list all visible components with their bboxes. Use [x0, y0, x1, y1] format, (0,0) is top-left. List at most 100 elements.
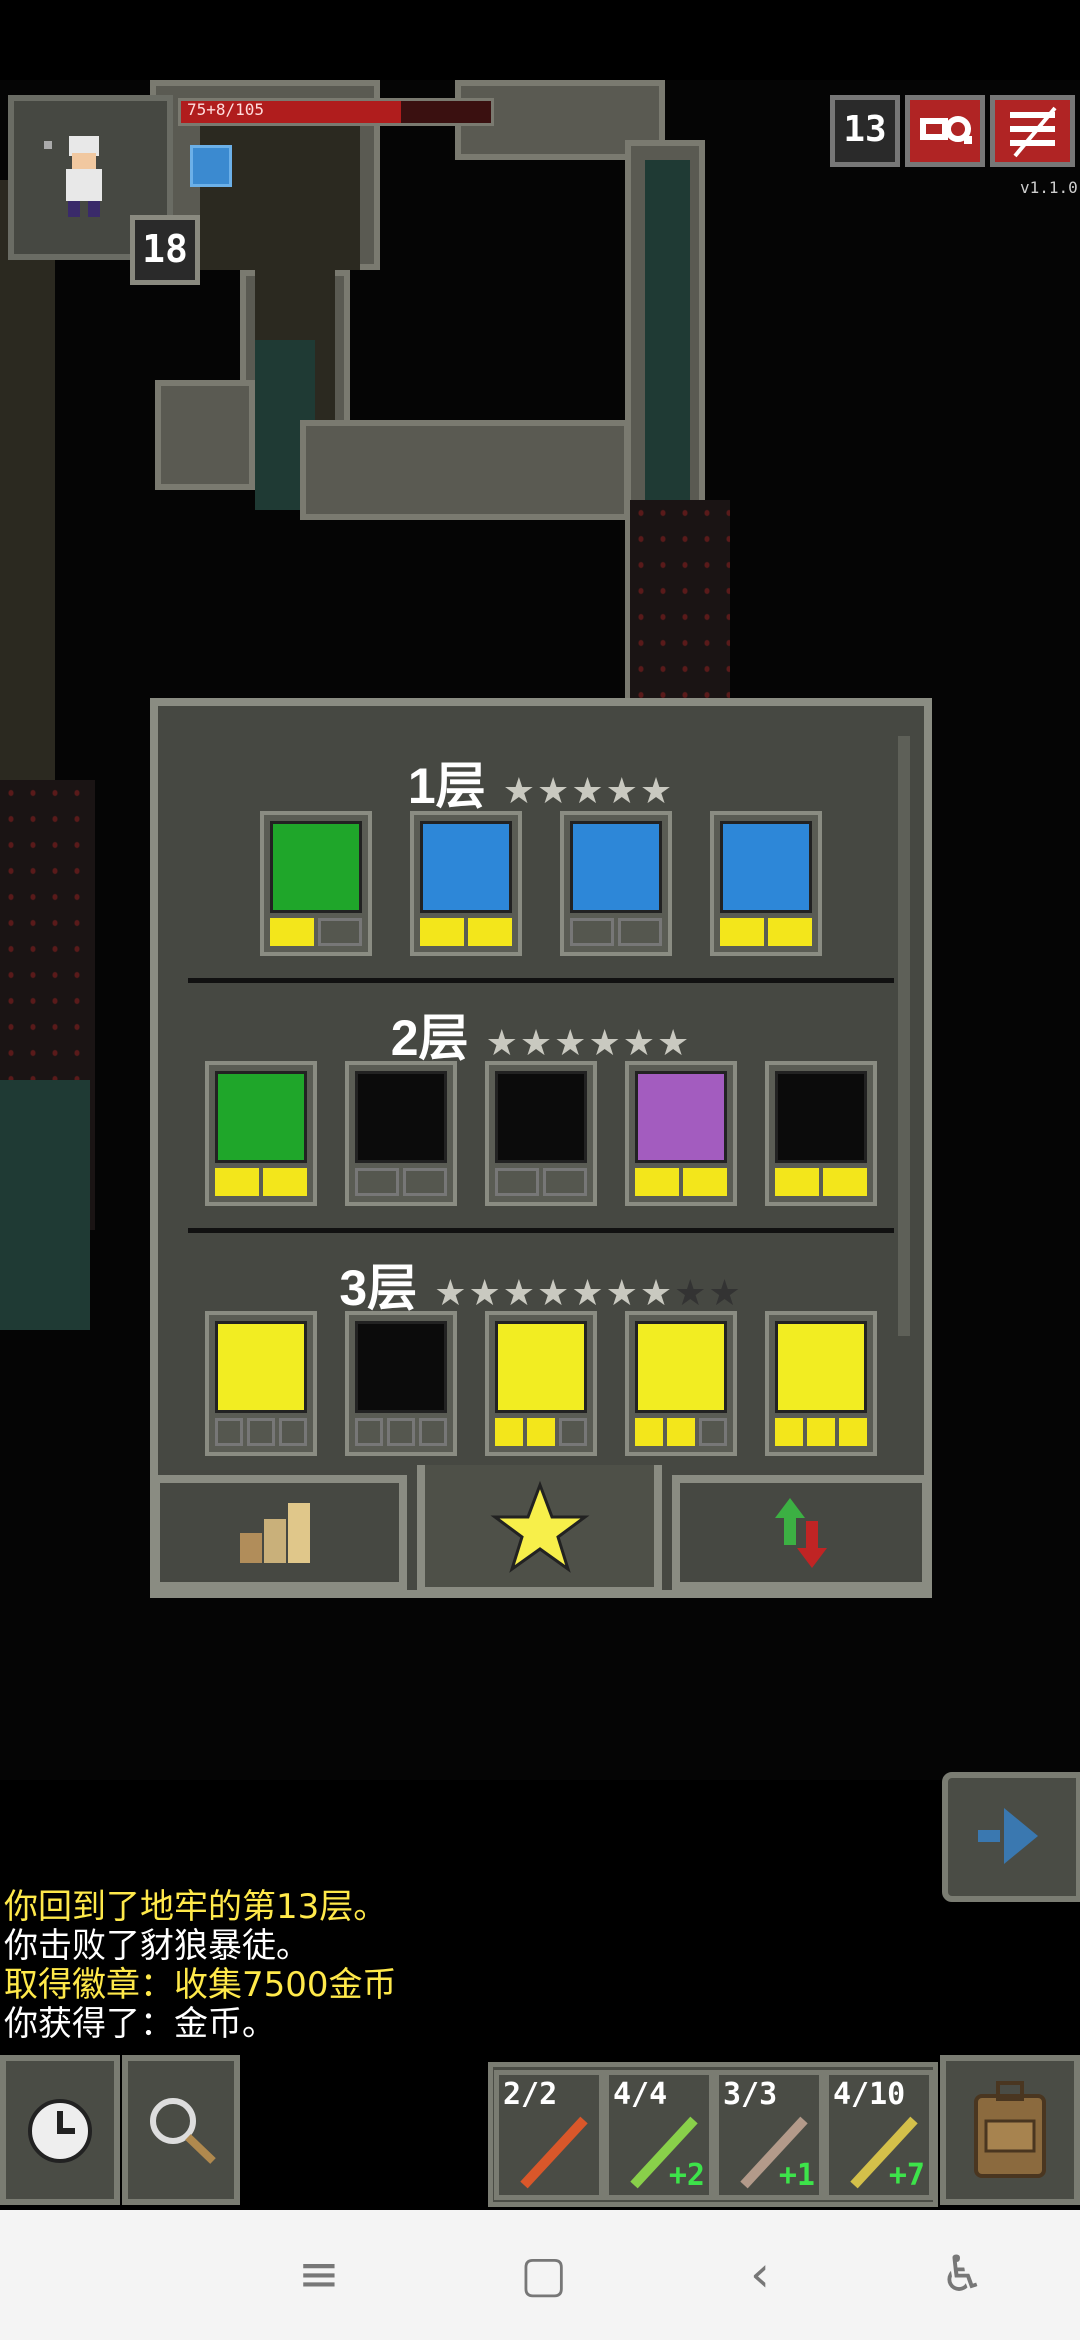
talent-points — [495, 1168, 587, 1196]
search-button[interactable] — [122, 2055, 240, 2205]
health-bar: 75+8/105 — [178, 98, 494, 126]
talent-points — [775, 1418, 867, 1446]
talent-points — [355, 1418, 447, 1446]
talent-point-empty — [403, 1168, 447, 1196]
tier-1-header: 1层 ★★★★★ — [158, 746, 924, 818]
home-nav-icon[interactable]: ▢ — [520, 2245, 567, 2303]
wand-icon — [520, 2116, 588, 2189]
quickslot-3[interactable]: 3/3 +1 — [714, 2070, 824, 2200]
talent-3-2[interactable] — [345, 1311, 457, 1456]
talent-points — [355, 1168, 447, 1196]
wand-identify-icon — [420, 821, 512, 913]
talent-1-1[interactable] — [260, 811, 372, 956]
hero-level-badge: 18 — [130, 215, 200, 285]
talent-points — [420, 918, 512, 946]
tier-2-header: 2层 ★★★★★★ — [158, 998, 924, 1070]
stats-bars-icon — [240, 1503, 310, 1563]
talent-1-2[interactable] — [410, 811, 522, 956]
back-nav-icon[interactable]: ‹ — [750, 2245, 770, 2303]
talent-points — [270, 918, 362, 946]
talent-point-filled — [768, 918, 812, 946]
buff-icon[interactable] — [190, 145, 232, 187]
tier-3-stars: ★★★★★★★★★ — [434, 1273, 743, 1314]
empty-battery-icon — [775, 1071, 867, 1163]
talent-point-filled — [775, 1168, 819, 1196]
talent-point-filled — [215, 1168, 259, 1196]
talent-3-3[interactable] — [485, 1311, 597, 1456]
talent-point-filled — [823, 1168, 867, 1196]
wand-charge-icon — [635, 1321, 727, 1413]
arrow-right-icon — [355, 1321, 447, 1413]
talent-2-2[interactable] — [345, 1061, 457, 1206]
search-icon — [150, 2098, 216, 2164]
talent-points — [215, 1418, 307, 1446]
talent-2-4[interactable] — [625, 1061, 737, 1206]
talent-2-3[interactable] — [485, 1061, 597, 1206]
energizing-meal-icon — [215, 1071, 307, 1163]
resume-button[interactable] — [942, 1772, 1080, 1902]
wand-shield-icon — [775, 1321, 867, 1413]
talent-point-filled — [263, 1168, 307, 1196]
star-icon — [490, 1480, 590, 1573]
hearty-meal-icon — [270, 821, 362, 913]
quickslot-2[interactable]: 4/4 +2 — [604, 2070, 714, 2200]
log-line: 你回到了地牢的第13层。 — [4, 1887, 388, 1927]
talent-point-filled — [420, 918, 464, 946]
talent-point-empty — [247, 1418, 275, 1446]
talent-point-empty — [570, 918, 614, 946]
log-line: 你获得了：金币。 — [4, 2004, 276, 2044]
talent-point-filled — [839, 1418, 867, 1446]
scroll-identify-icon — [570, 821, 662, 913]
system-nav-bar: ≡ ▢ ‹ ♿ — [0, 2210, 1080, 2340]
backpack-icon — [974, 2081, 1046, 2178]
talent-point-empty — [387, 1418, 415, 1446]
talent-point-filled — [683, 1168, 727, 1196]
menu-nav-icon[interactable]: ≡ — [298, 2245, 340, 2303]
wait-button[interactable] — [0, 2055, 120, 2205]
talent-3-4[interactable] — [625, 1311, 737, 1456]
health-text: 75+8/105 — [187, 100, 265, 119]
talent-point-filled — [635, 1168, 679, 1196]
talent-points — [215, 1168, 307, 1196]
talent-point-empty — [318, 918, 362, 946]
tier-1-label: 1层 — [407, 758, 486, 814]
talent-point-empty — [279, 1418, 307, 1446]
talent-point-empty — [355, 1418, 383, 1446]
talent-point-filled — [527, 1418, 555, 1446]
talent-point-filled — [720, 918, 764, 946]
talent-point-empty — [618, 918, 662, 946]
talents-window: 1层 ★★★★★ 2层 ★★★★★★ 3层 ★★★★★★★★★ — [150, 698, 932, 1598]
tier-3-label: 3层 — [339, 1260, 418, 1316]
accessibility-icon[interactable]: ♿ — [940, 2245, 985, 2303]
mystery-icon — [720, 821, 812, 913]
tier-divider — [188, 1228, 894, 1233]
tab-buffs[interactable] — [672, 1475, 930, 1590]
talent-1-4[interactable] — [710, 811, 822, 956]
menu-button[interactable] — [990, 95, 1075, 167]
menu-icon — [1010, 106, 1057, 158]
depth-indicator[interactable]: 13 — [830, 95, 900, 167]
tier-2-label: 2层 — [390, 1010, 469, 1066]
tab-stats[interactable] — [152, 1475, 407, 1590]
talent-point-empty — [419, 1418, 447, 1446]
talent-2-5[interactable] — [765, 1061, 877, 1206]
talent-point-empty — [215, 1418, 243, 1446]
wand-upgrade-icon — [495, 1321, 587, 1413]
talent-point-empty — [355, 1168, 399, 1196]
journal-button[interactable] — [905, 95, 985, 167]
tab-talents[interactable] — [417, 1465, 662, 1595]
tier-divider — [188, 978, 894, 983]
quickslot-4[interactable]: 4/10 +7 — [824, 2070, 934, 2200]
talent-points — [635, 1418, 727, 1446]
quickslot-1[interactable]: 2/2 — [494, 2070, 604, 2200]
tier-1-stars: ★★★★★ — [502, 771, 675, 812]
talent-point-filled — [468, 918, 512, 946]
backpack-button[interactable] — [940, 2055, 1080, 2205]
tier-2-stars: ★★★★★★ — [485, 1023, 692, 1064]
talent-3-5[interactable] — [765, 1311, 877, 1456]
talent-1-3[interactable] — [560, 811, 672, 956]
talent-2-1[interactable] — [205, 1061, 317, 1206]
talent-point-empty — [559, 1418, 587, 1446]
talent-3-1[interactable] — [205, 1311, 317, 1456]
wand-preservation-icon — [635, 1071, 727, 1163]
